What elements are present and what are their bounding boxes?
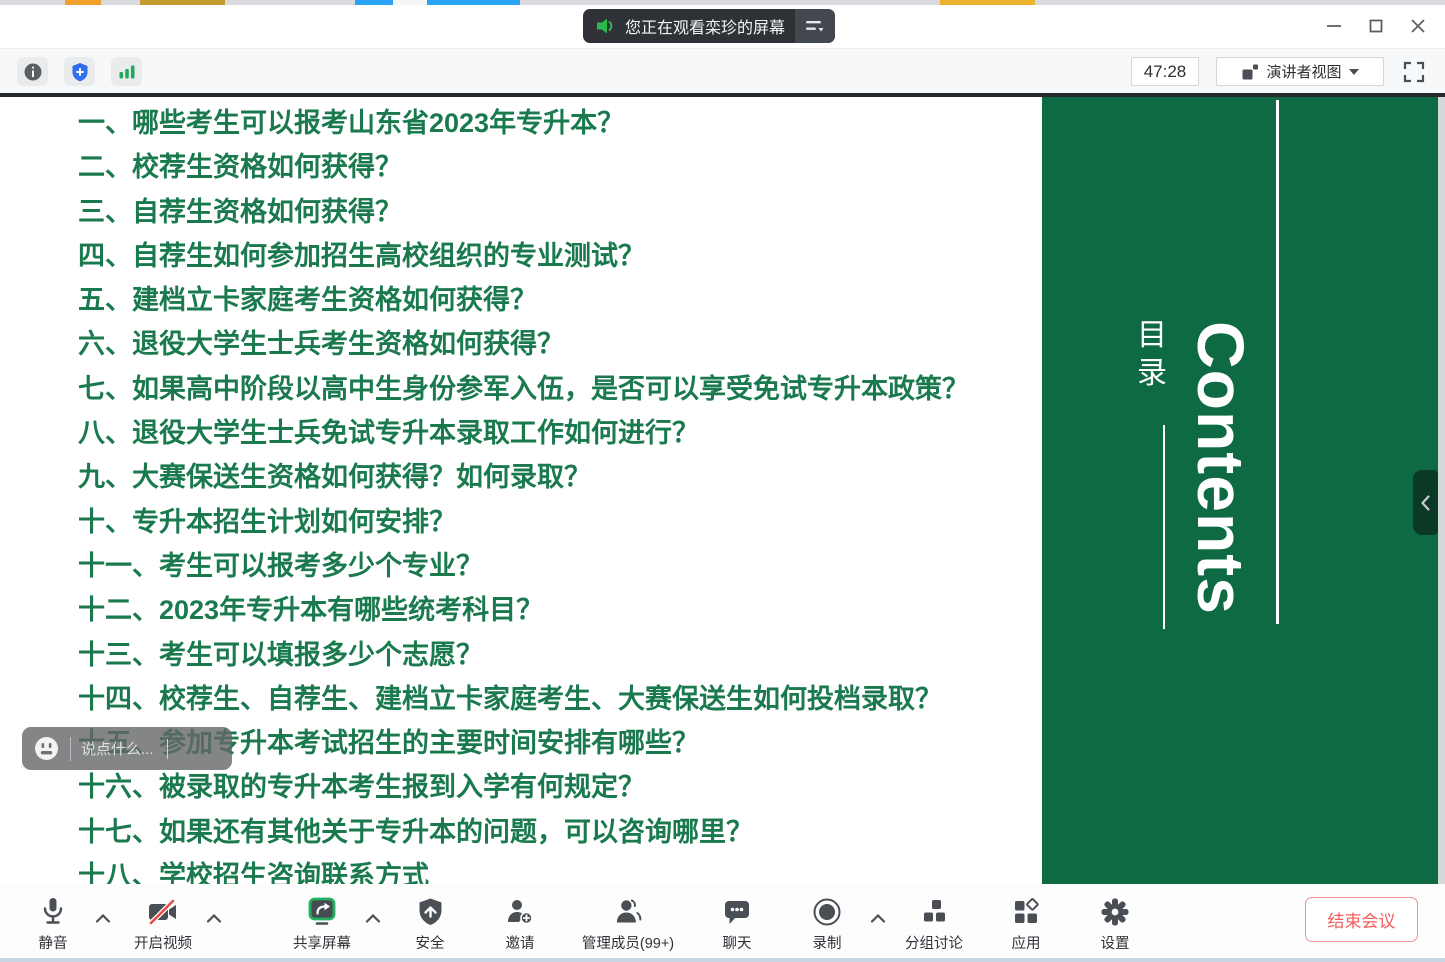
end-meeting-button[interactable]: 结束会议 bbox=[1305, 897, 1418, 942]
toc-underline bbox=[1163, 425, 1165, 629]
toc-line: 三、自荐生资格如何获得？ bbox=[78, 190, 1042, 234]
window-controls bbox=[1313, 11, 1439, 41]
speaker-icon bbox=[595, 16, 617, 36]
screen-watch-banner: 您正在观看栾珍的屏幕 bbox=[583, 9, 835, 43]
toc-line: 十七、如果还有其他关于专升本的问题，可以咨询哪里？ bbox=[78, 810, 1042, 854]
info-icon bbox=[23, 62, 43, 82]
toc-line: 十二、2023年专升本有哪些统考科目？ bbox=[78, 588, 1042, 632]
shield-plus-icon bbox=[70, 62, 90, 82]
banner-menu-button[interactable] bbox=[795, 9, 835, 43]
toc-line: 十、专升本招生计划如何安排？ bbox=[78, 500, 1042, 544]
security-button[interactable]: 安全 bbox=[416, 894, 445, 953]
quick-chat-bar: 说点什么... bbox=[22, 727, 232, 770]
toc-line: 八、退役大学生士兵免试专升本录取工作如何进行？ bbox=[78, 411, 1042, 455]
toc-line: 十四、校荐生、自荐生、建档立卡家庭考生、大赛保送生如何投档录取？ bbox=[78, 677, 1042, 721]
panel-divider-line bbox=[1276, 100, 1279, 624]
record-options-chevron[interactable] bbox=[870, 910, 886, 928]
share-screen-button[interactable]: 共享屏幕 bbox=[293, 894, 351, 953]
apps-button[interactable]: 应用 bbox=[1011, 894, 1041, 953]
toc-line: 十八、学校招生咨询联系方式 bbox=[78, 854, 1042, 884]
toc-line: 九、大赛保送生资格如何获得？如何录取？ bbox=[78, 455, 1042, 499]
fullscreen-icon bbox=[1403, 61, 1425, 83]
side-panel-toggle[interactable] bbox=[1413, 470, 1438, 535]
chat-divider bbox=[70, 737, 71, 761]
breakout-squares-icon bbox=[905, 894, 963, 930]
breakout-rooms-button[interactable]: 分组讨论 bbox=[905, 894, 963, 953]
layout-icon bbox=[1241, 63, 1259, 81]
chat-button[interactable]: 聊天 bbox=[722, 894, 752, 953]
record-button[interactable]: 录制 bbox=[812, 894, 842, 953]
invite-button[interactable]: 邀请 bbox=[505, 894, 535, 953]
list-menu-icon bbox=[805, 19, 825, 33]
chevron-left-icon bbox=[1420, 494, 1431, 512]
window-right-edge bbox=[1438, 97, 1445, 884]
toc-line: 十三、考生可以填报多少个志愿？ bbox=[78, 633, 1042, 677]
slide-side-panel: 目录 Contents bbox=[1042, 97, 1438, 884]
meeting-toolbar: 47:28 演讲者视图 bbox=[0, 48, 1445, 93]
close-button[interactable] bbox=[1397, 11, 1439, 41]
toc-title-cn: 目录 bbox=[1134, 317, 1170, 393]
toc-title-en: Contents bbox=[1186, 298, 1256, 638]
chevron-down-icon bbox=[1349, 69, 1359, 75]
shared-screen-content: 一、哪些考生可以报考山东省2023年专升本？二、校荐生资格如何获得？三、自荐生资… bbox=[0, 97, 1445, 884]
record-icon bbox=[812, 894, 842, 930]
gear-icon bbox=[1100, 894, 1130, 930]
toc-line: 一、哪些考生可以报考山东省2023年专升本？ bbox=[78, 101, 1042, 145]
meeting-info-button[interactable] bbox=[17, 57, 48, 86]
signal-bars-icon bbox=[117, 63, 137, 81]
window-bottom-edge bbox=[0, 958, 1445, 962]
minimize-button[interactable] bbox=[1313, 11, 1355, 41]
members-icon bbox=[582, 894, 674, 930]
toc-line: 五、建档立卡家庭考生资格如何获得？ bbox=[78, 278, 1042, 322]
start-video-button[interactable]: 开启视频 bbox=[134, 894, 192, 953]
titlebar: 您正在观看栾珍的屏幕 bbox=[0, 5, 1445, 48]
security-shield-icon bbox=[416, 894, 445, 930]
toc-line: 十一、考生可以报考多少个专业？ bbox=[78, 544, 1042, 588]
manage-members-button[interactable]: 管理成员(99+) bbox=[582, 894, 674, 953]
apps-grid-icon bbox=[1011, 894, 1041, 930]
view-mode-selector[interactable]: 演讲者视图 bbox=[1216, 57, 1384, 86]
bottom-toolbar: 静音 开启视频 bbox=[0, 884, 1445, 958]
security-shield-button[interactable] bbox=[64, 57, 95, 86]
microphone-icon bbox=[38, 894, 68, 930]
mute-options-chevron[interactable] bbox=[95, 910, 111, 928]
mute-button[interactable]: 静音 bbox=[38, 894, 68, 953]
chat-bubble-icon bbox=[722, 894, 752, 930]
meeting-timer: 47:28 bbox=[1131, 57, 1199, 86]
chat-input[interactable]: 说点什么... bbox=[81, 738, 154, 759]
toc-line: 七、如果高中阶段以高中生身份参军入伍，是否可以享受免试专升本政策？ bbox=[78, 367, 1042, 411]
settings-button[interactable]: 设置 bbox=[1100, 894, 1130, 953]
toc-line: 六、退役大学生士兵考生资格如何获得？ bbox=[78, 322, 1042, 366]
network-stats-button[interactable] bbox=[111, 57, 142, 86]
emoji-button[interactable] bbox=[33, 735, 60, 762]
toc-line: 十六、被录取的专升本考生报到入学有何规定？ bbox=[78, 765, 1042, 809]
fullscreen-button[interactable] bbox=[1399, 58, 1429, 86]
share-screen-icon bbox=[293, 894, 351, 930]
toc-line: 四、自荐生如何参加招生高校组织的专业测试？ bbox=[78, 234, 1042, 278]
toc-line: 二、校荐生资格如何获得？ bbox=[78, 145, 1042, 189]
chat-caret bbox=[167, 739, 168, 759]
view-mode-label: 演讲者视图 bbox=[1266, 61, 1341, 82]
banner-text: 您正在观看栾珍的屏幕 bbox=[617, 14, 795, 38]
maximize-button[interactable] bbox=[1355, 11, 1397, 41]
video-off-icon bbox=[134, 894, 192, 930]
person-add-icon bbox=[505, 894, 535, 930]
share-options-chevron[interactable] bbox=[365, 910, 381, 928]
video-options-chevron[interactable] bbox=[206, 910, 222, 928]
meeting-window: 您正在观看栾珍的屏幕 bbox=[0, 0, 1445, 962]
